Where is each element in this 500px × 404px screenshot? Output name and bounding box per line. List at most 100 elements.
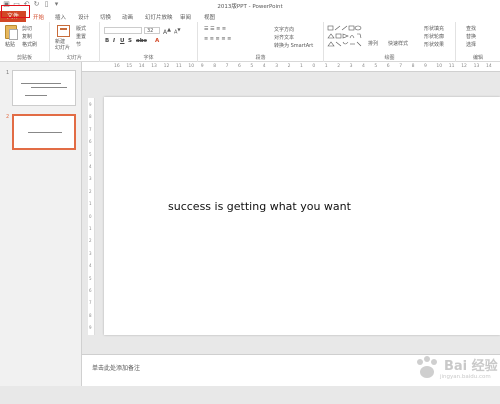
ruler-tick-label: 3 <box>89 176 92 182</box>
new-slide-icon[interactable] <box>57 25 70 37</box>
copy-button[interactable]: 复制 <box>22 33 32 40</box>
editing-group-label: 编辑 <box>472 55 483 61</box>
watermark-brand: Bai 经验 <box>444 359 498 374</box>
slides-group-label: 幻灯片 <box>66 55 82 61</box>
ruler-tick-label: 14 <box>138 64 145 69</box>
notes-placeholder: 单击此处添加备注 <box>92 365 141 372</box>
ruler-tick-label: 8 <box>411 64 415 69</box>
ruler-tick-label: 12 <box>461 64 467 69</box>
slide-text-box[interactable]: success is getting what you want <box>168 200 351 213</box>
tab-insert[interactable]: 插入 <box>55 13 66 21</box>
font-group-label: 字体 <box>143 55 154 61</box>
quick-styles-button[interactable]: 快速样式 <box>388 40 408 47</box>
find-button[interactable]: 查找 <box>466 25 476 32</box>
shape-effects-button[interactable]: 形状效果 <box>424 41 444 48</box>
grow-font-icon[interactable]: A▲ <box>163 27 171 36</box>
format-painter-button[interactable]: 格式刷 <box>22 41 37 48</box>
ruler-tick-label: 16 <box>114 64 120 69</box>
vertical-ruler: 9 8 7 6 5 4 3 2 1 0 1 2 3 4 5 6 7 8 9 <box>88 98 95 335</box>
ruler-tick-label: 5 <box>89 151 92 157</box>
ruler-tick-label: 5 <box>374 64 378 69</box>
ruler-tick-label: 9 <box>200 64 204 69</box>
ruler-tick-label: 8 <box>213 64 217 69</box>
tab-home[interactable]: 开始 <box>33 13 44 21</box>
underline-icon[interactable]: U <box>120 38 124 44</box>
thumbnail-text-line <box>31 87 67 88</box>
arrange-button[interactable]: 排列 <box>368 40 378 47</box>
ruler-tick-label: 11 <box>176 64 182 69</box>
bullets-icon[interactable]: ☰ ☰ ≡ ≡ <box>204 26 226 32</box>
watermark-site: jingyan.baidu.com <box>440 374 491 380</box>
ruler-tick-label: 15 <box>126 64 133 69</box>
tab-animations[interactable]: 动画 <box>122 13 133 21</box>
thumbnail-text-line <box>28 132 62 133</box>
shape-outline-button[interactable]: 形状轮廓 <box>424 33 444 40</box>
shape-fill-button[interactable]: 形状填充 <box>424 25 444 32</box>
font-color-icon[interactable]: A <box>155 38 159 44</box>
tab-slideshow[interactable]: 幻灯片放映 <box>145 13 173 21</box>
ruler-tick-label: 2 <box>337 64 341 69</box>
ruler-tick-label: 3 <box>275 64 279 69</box>
ruler-tick-label: 1 <box>89 201 92 207</box>
clipboard-group: 粘贴 剪切 复制 格式刷 剪贴板 <box>0 22 50 62</box>
font-name-dropdown[interactable] <box>104 27 142 34</box>
align-text-button[interactable]: 对齐文本 <box>274 34 294 41</box>
ruler-tick-label: 9 <box>89 325 92 331</box>
slides-group: 新建 幻灯片 版式 重置 节 幻灯片 <box>50 22 100 62</box>
layout-button[interactable]: 版式 <box>76 25 86 32</box>
bold-icon[interactable]: B <box>105 38 109 44</box>
ruler-tick-label: 6 <box>89 288 92 293</box>
status-bar <box>0 386 500 404</box>
italic-icon[interactable]: I <box>113 38 115 44</box>
ruler-tick-label: 0 <box>312 64 316 69</box>
title-bar: ▣ ▭ ↶ ↻ ▯ ▾ 2013版PPT - PowerPoint <box>0 0 500 11</box>
ribbon: 粘贴 剪切 复制 格式刷 剪贴板 新建 幻灯片 版式 重置 节 幻灯片 32 A… <box>0 22 500 62</box>
ruler-tick-label: 4 <box>89 164 92 169</box>
shapes-gallery[interactable] <box>327 25 363 47</box>
ruler-tick-label: 13 <box>151 64 157 69</box>
clipboard-group-label: 剪贴板 <box>16 55 32 61</box>
ruler-tick-label: 7 <box>89 300 92 306</box>
thumbnail-number: 1 <box>6 70 10 76</box>
section-button[interactable]: 节 <box>76 41 81 48</box>
paste-button[interactable]: 粘贴 <box>5 41 15 48</box>
ruler-tick-label: 6 <box>238 64 241 69</box>
paste-icon[interactable] <box>5 25 18 40</box>
slide-canvas[interactable]: success is getting what you want <box>104 97 500 335</box>
select-button[interactable]: 选择 <box>466 41 476 48</box>
text-direction-button[interactable]: 文字方向 <box>274 26 294 33</box>
ruler-tick-label: 10 <box>436 64 443 69</box>
font-size-dropdown[interactable]: 32 <box>144 27 160 34</box>
tab-review[interactable]: 审阅 <box>180 13 191 21</box>
tab-transitions[interactable]: 切换 <box>100 13 111 21</box>
window-title: 2013版PPT - PowerPoint <box>217 4 283 10</box>
align-icon[interactable]: ≡ ≡ ≡ ≡ ≡ <box>204 36 231 42</box>
ruler-tick-label: 3 <box>349 64 353 69</box>
file-tab-highlight <box>1 5 30 18</box>
smartart-button[interactable]: 转换为 SmartArt <box>274 42 313 49</box>
new-slide-button[interactable]: 新建 幻灯片 <box>55 39 70 51</box>
paw-icon <box>417 356 437 378</box>
ruler-tick-label: 1 <box>89 226 92 231</box>
paragraph-group-label: 段落 <box>255 55 266 61</box>
ruler-tick-label: 8 <box>89 114 92 120</box>
font-group: 32 A▲ A▼ B I U S abc A 字体 <box>100 22 198 62</box>
strikethrough-icon[interactable]: abc <box>136 38 147 44</box>
ruler-tick-label: 14 <box>486 64 492 69</box>
tab-view[interactable]: 视图 <box>204 13 215 21</box>
shadow-icon[interactable]: S <box>128 38 132 44</box>
slide-thumbnail-pane: 1 2 <box>0 62 82 386</box>
slide-thumbnail-2[interactable] <box>12 114 76 150</box>
tab-design[interactable]: 设计 <box>78 13 89 21</box>
paragraph-group: ☰ ☰ ≡ ≡ ≡ ≡ ≡ ≡ ≡ 文字方向 对齐文本 转换为 SmartArt… <box>198 22 324 62</box>
shrink-font-icon[interactable]: A▼ <box>174 27 181 36</box>
ruler-tick-label: 5 <box>89 275 92 281</box>
replace-button[interactable]: 替换 <box>466 33 476 40</box>
ruler-tick-label: 11 <box>448 64 455 69</box>
font-size-value: 32 <box>147 28 154 34</box>
ruler-tick-label: 7 <box>399 64 403 69</box>
reset-button[interactable]: 重置 <box>76 33 86 40</box>
cut-button[interactable]: 剪切 <box>22 25 32 32</box>
slide-thumbnail-1[interactable] <box>12 70 76 106</box>
horizontal-ruler: 16 15 14 13 12 11 10 9 8 7 6 5 4 3 2 1 0 1 2 3 4 5 6 7 8 9 10 11 12 1… <box>82 62 500 72</box>
